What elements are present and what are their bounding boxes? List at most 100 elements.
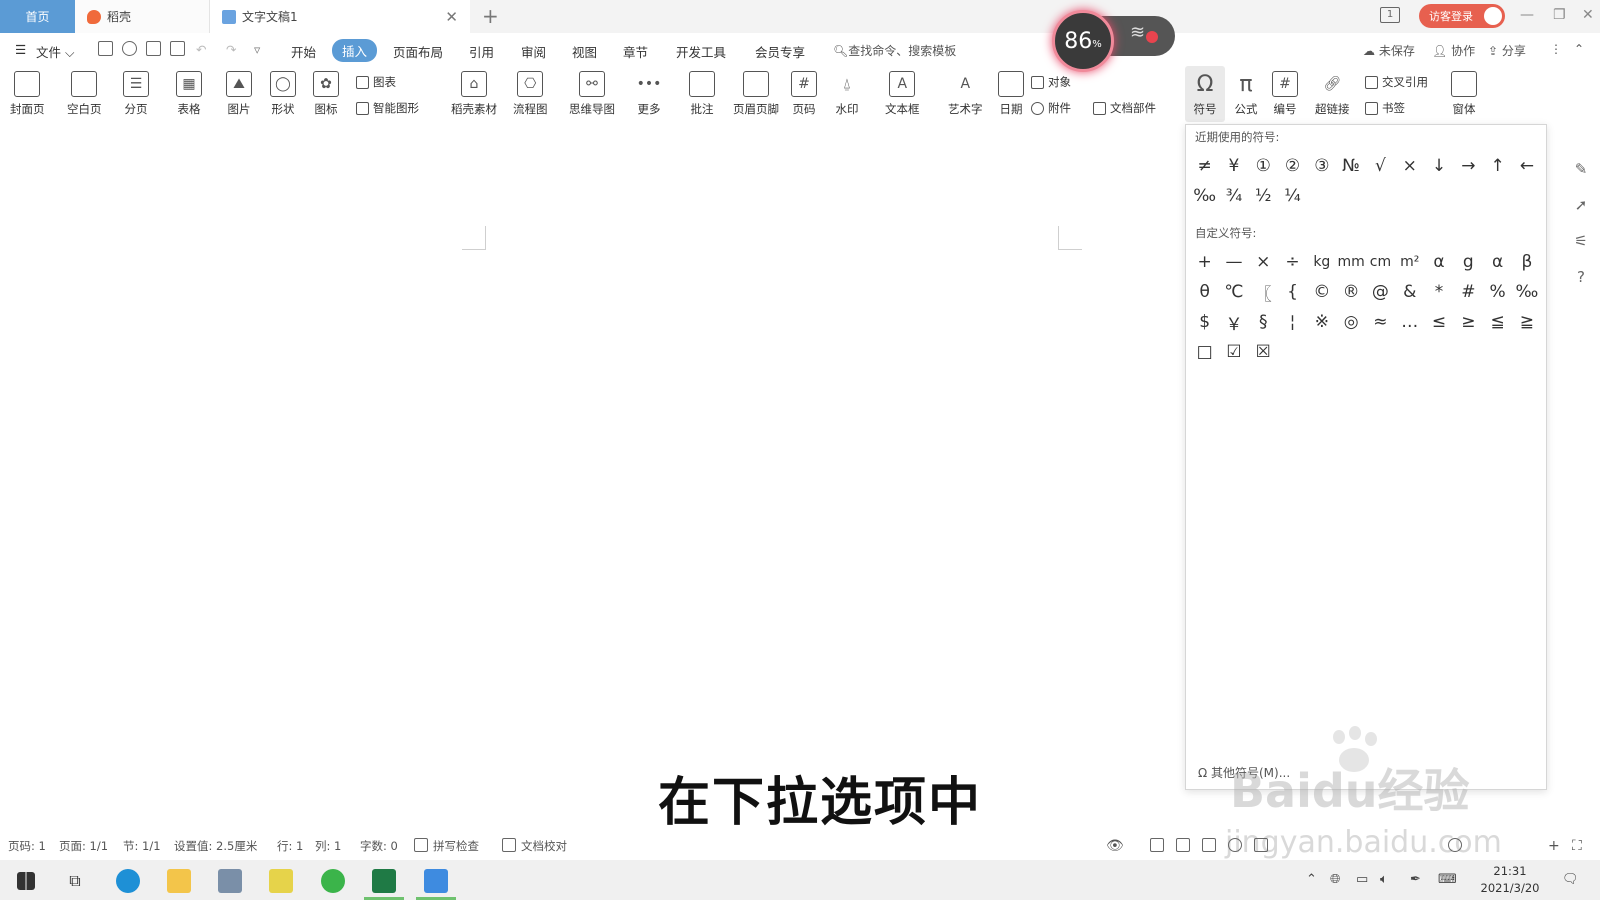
symbol-button[interactable]: Ω 符号 [1185, 66, 1225, 122]
status-setting[interactable]: 设置值: 2.5厘米 [174, 838, 257, 854]
windows-start-icon[interactable] [6, 864, 46, 898]
symbol-cell[interactable]: θ [1190, 277, 1219, 307]
symbol-cell[interactable]: ≈ [1366, 307, 1395, 337]
formula-button[interactable]: π 公式 [1233, 66, 1259, 122]
keyboard-icon[interactable]: ⌨ [1438, 872, 1457, 887]
collapse-ribbon-icon[interactable]: ⌃ [1574, 42, 1584, 56]
symbol-cell[interactable]: ½ [1249, 181, 1278, 211]
symbol-cell[interactable]: ≤ [1424, 307, 1453, 337]
symbol-cell[interactable]: $ [1190, 307, 1219, 337]
status-col[interactable]: 列: 1 [315, 838, 341, 854]
page-break-button[interactable]: ☰ 分页 [123, 66, 149, 122]
symbol-cell[interactable]: □ [1190, 337, 1219, 367]
wechat-icon[interactable] [313, 864, 353, 898]
symbol-cell[interactable]: α [1424, 247, 1453, 277]
redo-icon[interactable]: ↷ [226, 42, 236, 57]
icon-button[interactable]: ✿ 图标 [313, 66, 339, 122]
comment-button[interactable]: 批注 [689, 66, 715, 122]
daoke-material-button[interactable]: ⌂ 稻壳素材 [451, 66, 497, 122]
bookmark-button[interactable]: 书签 [1365, 100, 1405, 116]
symbol-cell[interactable]: ① [1249, 151, 1278, 181]
symbol-cell[interactable]: … [1395, 307, 1424, 337]
symbol-cell[interactable]: m² [1395, 247, 1424, 277]
tab-member[interactable]: 会员专享 [755, 42, 805, 61]
symbol-cell[interactable]: ※ [1307, 307, 1336, 337]
tab-start[interactable]: 开始 [291, 42, 316, 61]
tray-chevron-icon[interactable]: ⌃ [1306, 872, 1317, 887]
flowchart-button[interactable]: ⎔ 流程图 [513, 66, 548, 122]
cover-page-button[interactable]: 封面页 [10, 66, 45, 122]
textbox-button[interactable]: A 文本框 [885, 66, 920, 122]
proofread-button[interactable]: 文档校对 [521, 838, 567, 854]
more-options-icon[interactable]: ⋮ [1550, 42, 1562, 56]
zoom-in-icon[interactable]: + [1548, 838, 1560, 854]
volume-icon[interactable]: 🔈︎ [1380, 872, 1388, 887]
symbol-cell[interactable]: × [1395, 151, 1424, 181]
tab-page-layout[interactable]: 页面布局 [393, 42, 443, 61]
symbol-cell[interactable]: — [1219, 247, 1248, 277]
web-view-icon[interactable] [1228, 838, 1242, 852]
spellcheck-button[interactable]: 拼写检查 [433, 838, 479, 854]
symbol-cell[interactable]: ‰ [1512, 277, 1541, 307]
print-preview-icon[interactable] [170, 41, 185, 56]
calculator-icon[interactable] [210, 864, 250, 898]
symbol-cell[interactable]: mm [1336, 247, 1365, 277]
symbol-cell[interactable]: ③ [1307, 151, 1336, 181]
adjust-icon[interactable]: ⚟ [1572, 232, 1590, 250]
symbol-cell[interactable]: β [1512, 247, 1541, 277]
file-explorer-icon[interactable] [159, 864, 199, 898]
symbol-cell[interactable]: × [1249, 247, 1278, 277]
eye-protect-icon[interactable]: 👁︎ [1106, 838, 1124, 854]
doc-parts-button[interactable]: 文档部件 [1093, 100, 1156, 116]
pen-icon[interactable]: ✎ [1572, 160, 1590, 178]
pointer-icon[interactable]: ➚ [1572, 196, 1590, 214]
shape-button[interactable]: ◯ 形状 [270, 66, 296, 122]
login-button[interactable]: 访客登录 [1419, 4, 1505, 28]
watermark-button[interactable]: ⍙ 水印 [834, 66, 860, 122]
mindmap-button[interactable]: ⚯ 思维导图 [569, 66, 615, 122]
file-menu[interactable]: 文件 ⌵ [36, 42, 74, 61]
unsaved-status[interactable]: ☁ 未保存 [1363, 42, 1415, 59]
format-painter-icon[interactable] [122, 41, 137, 56]
status-page[interactable]: 页码: 1 [8, 838, 46, 854]
wps-writer-icon[interactable] [416, 864, 456, 900]
form-window-button[interactable]: 窗体 [1451, 66, 1477, 122]
symbol-cell[interactable]: ¥ [1219, 151, 1248, 181]
write-mode-icon[interactable] [1254, 838, 1268, 852]
outline-view-icon[interactable] [1176, 838, 1190, 852]
page-view-icon[interactable] [1150, 838, 1164, 852]
symbol-cell[interactable]: ‰ [1190, 181, 1219, 211]
symbol-cell[interactable]: % [1483, 277, 1512, 307]
tab-view[interactable]: 视图 [572, 42, 597, 61]
symbol-cell[interactable]: ≧ [1512, 307, 1541, 337]
status-pages[interactable]: 页面: 1/1 [59, 838, 108, 854]
close-tab-icon[interactable]: ✕ [445, 8, 458, 26]
smartart-button[interactable]: 智能图形 [356, 100, 419, 116]
symbol-cell[interactable]: g [1454, 247, 1483, 277]
symbol-cell[interactable]: ② [1278, 151, 1307, 181]
symbol-cell[interactable]: ≠ [1190, 151, 1219, 181]
symbol-cell[interactable]: α [1483, 247, 1512, 277]
symbol-cell[interactable]: ↓ [1424, 151, 1453, 181]
symbol-cell[interactable]: ℃ [1219, 277, 1248, 307]
symbol-cell[interactable]: @ [1366, 277, 1395, 307]
system-clock[interactable]: 21:31 2021/3/20 [1475, 863, 1545, 897]
symbol-cell[interactable]: ¼ [1278, 181, 1307, 211]
symbol-cell[interactable]: © [1307, 277, 1336, 307]
symbol-cell[interactable]: √ [1366, 151, 1395, 181]
date-button[interactable]: 日期 [998, 66, 1024, 122]
symbol-cell[interactable]: ↑ [1483, 151, 1512, 181]
save-icon[interactable] [98, 41, 113, 56]
symbol-cell[interactable]: ← [1512, 151, 1541, 181]
symbol-cell[interactable]: & [1395, 277, 1424, 307]
pen-workspace-icon[interactable]: ✒ [1410, 872, 1421, 887]
symbol-cell[interactable]: ¾ [1219, 181, 1248, 211]
restore-icon[interactable]: ❐ [1553, 7, 1566, 23]
symbol-cell[interactable]: ≥ [1454, 307, 1483, 337]
page-number-button[interactable]: # 页码 [791, 66, 817, 122]
symbol-cell[interactable]: ◎ [1336, 307, 1365, 337]
object-button[interactable]: 对象 [1031, 74, 1071, 90]
more-button[interactable]: ••• 更多 [636, 66, 662, 122]
status-section[interactable]: 节: 1/1 [123, 838, 161, 854]
symbol-cell[interactable]: ® [1336, 277, 1365, 307]
